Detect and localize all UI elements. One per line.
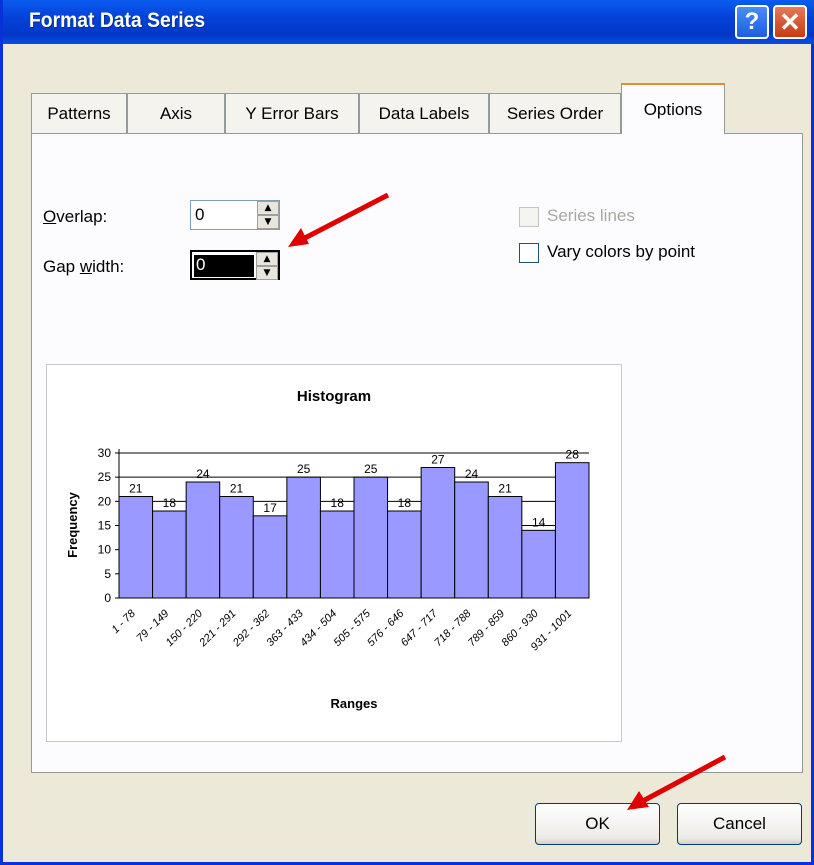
y-tick-label: 10 [98,543,112,557]
y-tick-label: 25 [98,470,112,484]
chart-title: Histogram [297,388,371,405]
close-icon: ✕ [779,6,801,37]
y-tick-label: 20 [98,494,112,508]
cancel-button[interactable]: Cancel [677,803,802,845]
tab-y-error-bars[interactable]: Y Error Bars [225,93,359,133]
tab-patterns[interactable]: Patterns [31,93,127,133]
data-label: 25 [297,462,311,476]
dialog-title: Format Data Series [29,9,206,32]
series-lines-checkbox[interactable] [519,207,539,227]
histogram-bar [420,467,456,599]
x-axis-title: Ranges [331,696,378,711]
data-label: 21 [230,482,244,496]
data-label: 17 [263,501,277,515]
ok-button[interactable]: OK [535,803,660,845]
data-label: 14 [532,515,546,529]
gap-spin-arrows: ▲ ▼ [256,252,278,280]
x-tick-label: 1 - 78 [110,607,139,636]
data-label: 21 [129,482,143,496]
histogram-bar [286,476,321,599]
histogram-bar [454,481,489,599]
histogram-bar [353,476,389,599]
data-label: 21 [498,482,512,496]
data-label: 24 [196,467,210,481]
close-button[interactable]: ✕ [773,5,807,39]
help-button[interactable]: ? [735,5,769,39]
y-tick-label: 0 [104,591,111,605]
data-label: 18 [163,496,177,510]
histogram-bar [387,510,422,599]
y-axis-title: Frequency [65,491,80,558]
gap-width-spinner[interactable]: 0 ▲ ▼ [190,250,280,280]
tab-options[interactable]: Options [621,83,725,134]
histogram-bar [219,496,254,599]
histogram-bar [319,510,355,599]
question-icon: ? [744,8,760,35]
histogram-bar [554,462,590,599]
histogram-bar [521,529,556,599]
histogram-bar [252,515,288,599]
title-bar: Format Data Series ? ✕ [3,0,814,44]
y-tick-label: 30 [98,446,112,460]
gap-width-value[interactable]: 0 [194,255,254,277]
histogram-chart: Histogram051015202530211 - 781879 - 1492… [65,388,590,711]
data-label: 27 [431,453,445,467]
format-data-series-dialog: Format Data Series ? ✕ Patterns Axis Y E… [0,0,814,865]
gap-down-icon[interactable]: ▼ [256,266,278,280]
overlap-up-icon[interactable]: ▲ [257,201,279,215]
series-lines-label: Series lines [547,206,635,225]
histogram-bar [152,510,187,599]
histogram-bar [185,481,221,599]
data-label: 28 [566,448,580,462]
tab-data-labels[interactable]: Data Labels [359,93,489,133]
overlap-down-icon[interactable]: ▼ [257,215,279,229]
overlap-spin-arrows: ▲ ▼ [257,201,279,229]
tab-series-order[interactable]: Series Order [489,93,621,133]
data-label: 24 [465,467,479,481]
overlap-label: Overlap: [43,207,108,226]
vary-colors-checkbox[interactable] [519,243,539,263]
y-tick-label: 5 [104,567,111,581]
chart-preview: Histogram 0 5 10 15 20 25 30 21 1 - 78 18 79 - 149 2… [46,364,622,742]
overlap-value[interactable]: 0 [195,205,204,225]
data-label: 25 [364,462,378,476]
gap-up-icon[interactable]: ▲ [256,252,278,266]
tab-axis[interactable]: Axis [127,93,225,133]
gap-width-label: Gap width: [43,257,125,276]
histogram-bar [487,496,523,599]
data-label: 18 [331,496,345,510]
overlap-label-rest: verlap: [56,207,108,226]
vary-colors-label: Vary colors by point [547,242,696,261]
overlap-spinner[interactable]: 0 ▲ ▼ [190,200,280,230]
y-tick-label: 15 [98,519,112,533]
data-label: 18 [398,496,412,510]
histogram-bar [118,496,154,599]
